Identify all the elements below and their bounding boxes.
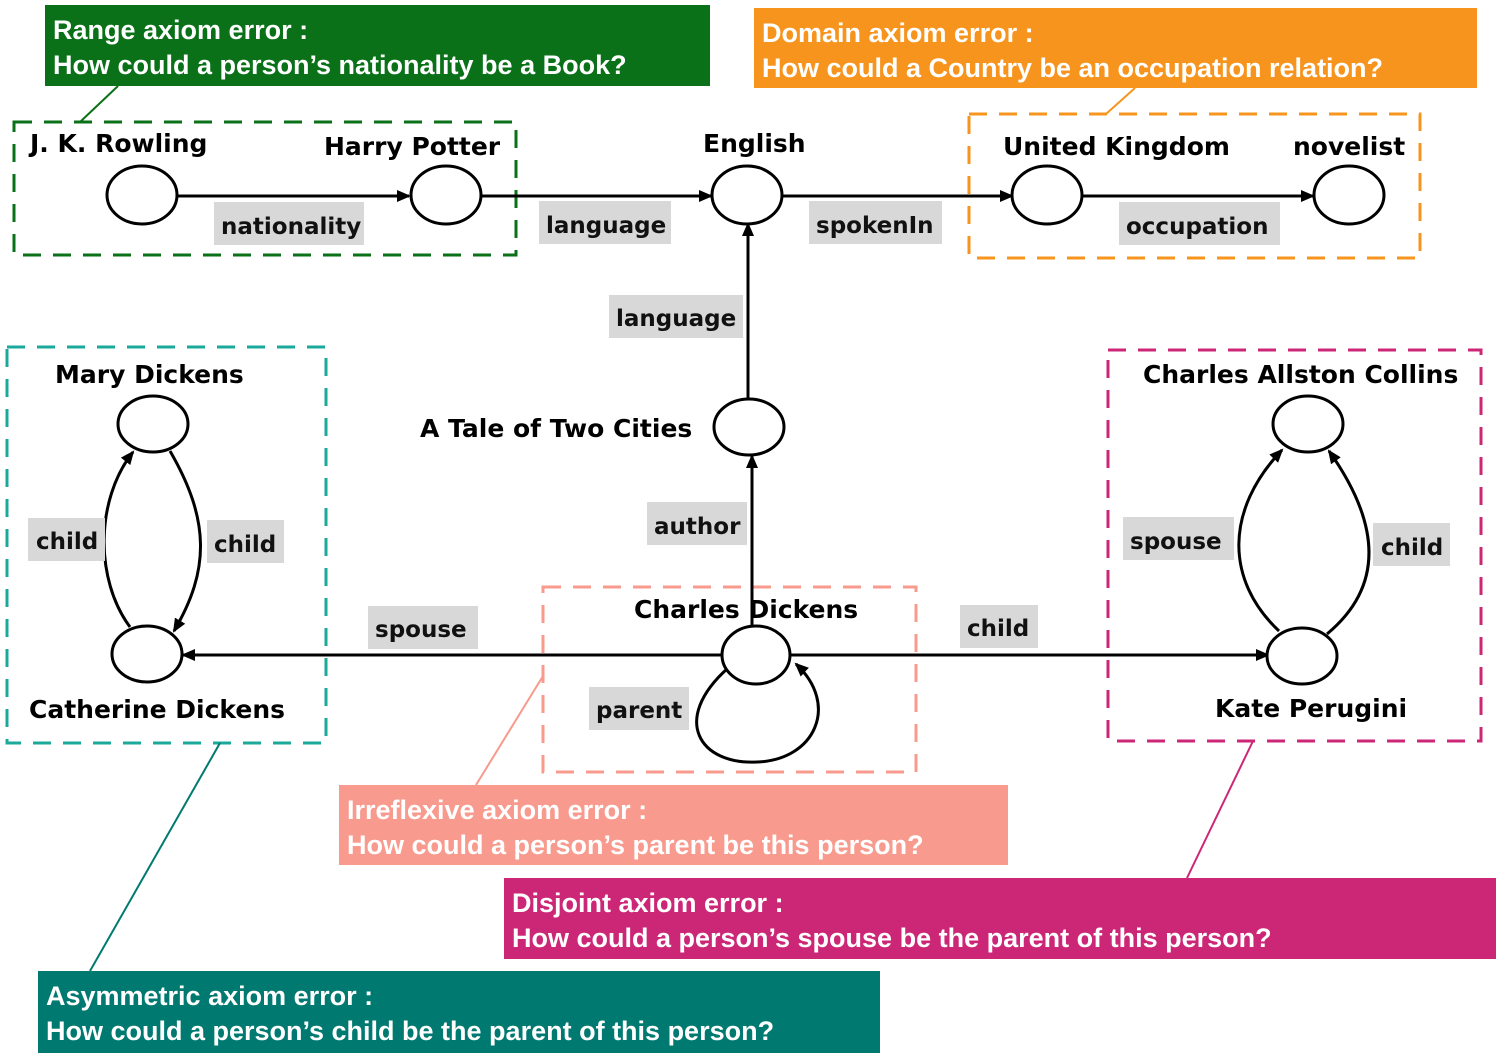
svg-text:child: child [214,532,276,558]
edge-label-spouse-cd: spouse [368,606,478,649]
node-harry-potter[interactable] [409,164,483,226]
label-harry-potter: Harry Potter [324,132,501,161]
domain-callout-connector [1105,87,1136,115]
edge-label-child-kp: child [1373,523,1450,566]
edge-spouse-kp [1237,448,1284,633]
edge-child-md-left [102,450,135,628]
edge-label-occupation: occupation [1119,202,1280,245]
label-united-kingdom: United Kingdom [1003,132,1230,161]
edge-child-md-right [168,450,202,633]
label-charles-allston-collins: Charles Allston Collins [1143,360,1458,389]
node-novelist[interactable] [1312,164,1386,226]
svg-text:spokenIn: spokenIn [816,213,934,239]
edge-label-child-cd: child [960,605,1038,648]
edge-label-parent-self: parent [589,687,689,730]
asymmetric-error-callout: Asymmetric axiom error : How could a per… [38,971,880,1053]
svg-text:spouse: spouse [1130,529,1222,555]
asymmetric-error-question: How could a person’s child be the parent… [46,1016,775,1046]
edge-label-language-tale: language [609,295,743,338]
disjoint-error-question: How could a person’s spouse be the paren… [512,923,1272,953]
irreflexive-error-callout: Irreflexive axiom error : How could a pe… [339,785,1008,865]
svg-text:child: child [36,529,98,555]
node-charles-dickens[interactable] [720,624,792,686]
edge-child-kp [1326,449,1371,636]
svg-text:author: author [654,514,741,540]
label-english: English [703,129,806,158]
range-error-question: How could a person’s nationality be a Bo… [53,50,627,80]
edge-label-author: author [647,502,747,545]
edge-label-spouse-kp: spouse [1123,517,1234,560]
edge-label-child-md-right: child [207,520,284,563]
irreflexive-error-question: How could a person’s parent be this pers… [347,830,924,860]
label-jk-rowling: J. K. Rowling [28,129,207,158]
node-kate-perugini[interactable] [1265,626,1339,686]
domain-error-title: Domain axiom error : [762,18,1034,48]
node-jk-rowling[interactable] [105,164,179,226]
edge-label-language-hp: language [539,201,671,244]
svg-text:occupation: occupation [1126,214,1268,240]
range-callout-connector [79,85,119,123]
svg-text:child: child [967,616,1029,642]
label-tale-of-two-cities: A Tale of Two Cities [420,414,692,443]
disjoint-error-callout: Disjoint axiom error : How could a perso… [504,878,1496,959]
asymmetric-error-title: Asymmetric axiom error : [46,981,374,1011]
irreflexive-error-title: Irreflexive axiom error : [347,795,648,825]
range-error-callout: Range axiom error : How could a person’s… [45,5,710,86]
svg-text:spouse: spouse [375,617,467,643]
node-catherine-dickens[interactable] [110,624,184,684]
edge-label-nationality: nationality [214,202,364,245]
node-united-kingdom[interactable] [1010,164,1084,226]
irreflexive-callout-connector [475,675,544,786]
svg-text:nationality: nationality [221,214,361,240]
svg-text:language: language [546,213,666,239]
node-mary-dickens[interactable] [116,394,190,454]
svg-text:child: child [1381,535,1443,561]
svg-text:parent: parent [596,698,682,724]
label-mary-dickens: Mary Dickens [55,360,244,389]
asymmetric-callout-connector [89,742,221,972]
label-kate-perugini: Kate Perugini [1215,694,1407,723]
node-english[interactable] [710,164,784,226]
label-charles-dickens: Charles Dickens [634,595,858,624]
disjoint-callout-connector [1186,740,1254,879]
node-charles-allston-collins[interactable] [1271,394,1345,454]
label-novelist: novelist [1293,132,1405,161]
domain-error-question: How could a Country be an occupation rel… [762,53,1384,83]
edge-label-child-md-left: child [28,518,105,561]
node-tale-of-two-cities[interactable] [712,397,786,457]
range-error-title: Range axiom error : [53,15,309,45]
svg-text:language: language [616,306,736,332]
edge-label-spokenin: spokenIn [809,201,942,244]
label-catherine-dickens: Catherine Dickens [29,695,285,724]
domain-error-callout: Domain axiom error : How could a Country… [754,8,1477,88]
disjoint-error-title: Disjoint axiom error : [512,888,784,918]
